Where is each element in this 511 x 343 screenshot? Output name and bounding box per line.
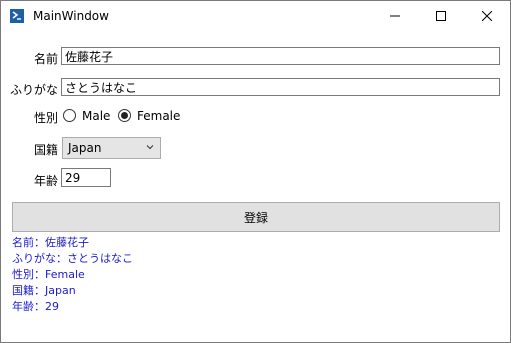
- gender-male-radio[interactable]: [63, 109, 76, 122]
- chevron-down-icon: [146, 145, 154, 150]
- maximize-button[interactable]: [418, 1, 464, 31]
- minimize-button[interactable]: [372, 1, 418, 31]
- age-input[interactable]: 29: [61, 168, 111, 187]
- gender-female-radio[interactable]: [118, 109, 131, 122]
- gender-male-label[interactable]: Male: [82, 109, 110, 123]
- main-window: MainWindow 名前 佐藤花子 ふりがな さとうはなこ 性別 Male F…: [0, 0, 511, 343]
- window-title: MainWindow: [33, 9, 109, 23]
- name-label: 名前: [33, 52, 58, 66]
- output-age: 年齢：29: [12, 300, 59, 313]
- maximize-icon: [436, 11, 446, 21]
- name-input[interactable]: 佐藤花子: [61, 47, 500, 65]
- nationality-select[interactable]: Japan: [62, 137, 161, 159]
- register-button[interactable]: 登録: [12, 202, 500, 232]
- close-button[interactable]: [464, 1, 510, 31]
- nationality-value: Japan: [68, 141, 102, 155]
- output-nationality: 国籍：Japan: [12, 284, 76, 297]
- output-name: 名前：佐藤花子: [12, 236, 89, 249]
- minimize-icon: [390, 15, 400, 17]
- close-icon: [482, 11, 492, 21]
- app-icon: [10, 9, 24, 23]
- title-bar[interactable]: MainWindow: [1, 1, 510, 31]
- furigana-label: ふりがな: [9, 83, 58, 97]
- nationality-label: 国籍: [33, 143, 58, 157]
- output-furigana: ふりがな：さとうはなこ: [12, 252, 133, 265]
- gender-female-label[interactable]: Female: [137, 109, 180, 123]
- age-label: 年齢: [33, 174, 58, 188]
- output-gender: 性別：Female: [12, 268, 85, 281]
- furigana-input[interactable]: さとうはなこ: [61, 78, 500, 96]
- gender-label: 性別: [33, 111, 58, 125]
